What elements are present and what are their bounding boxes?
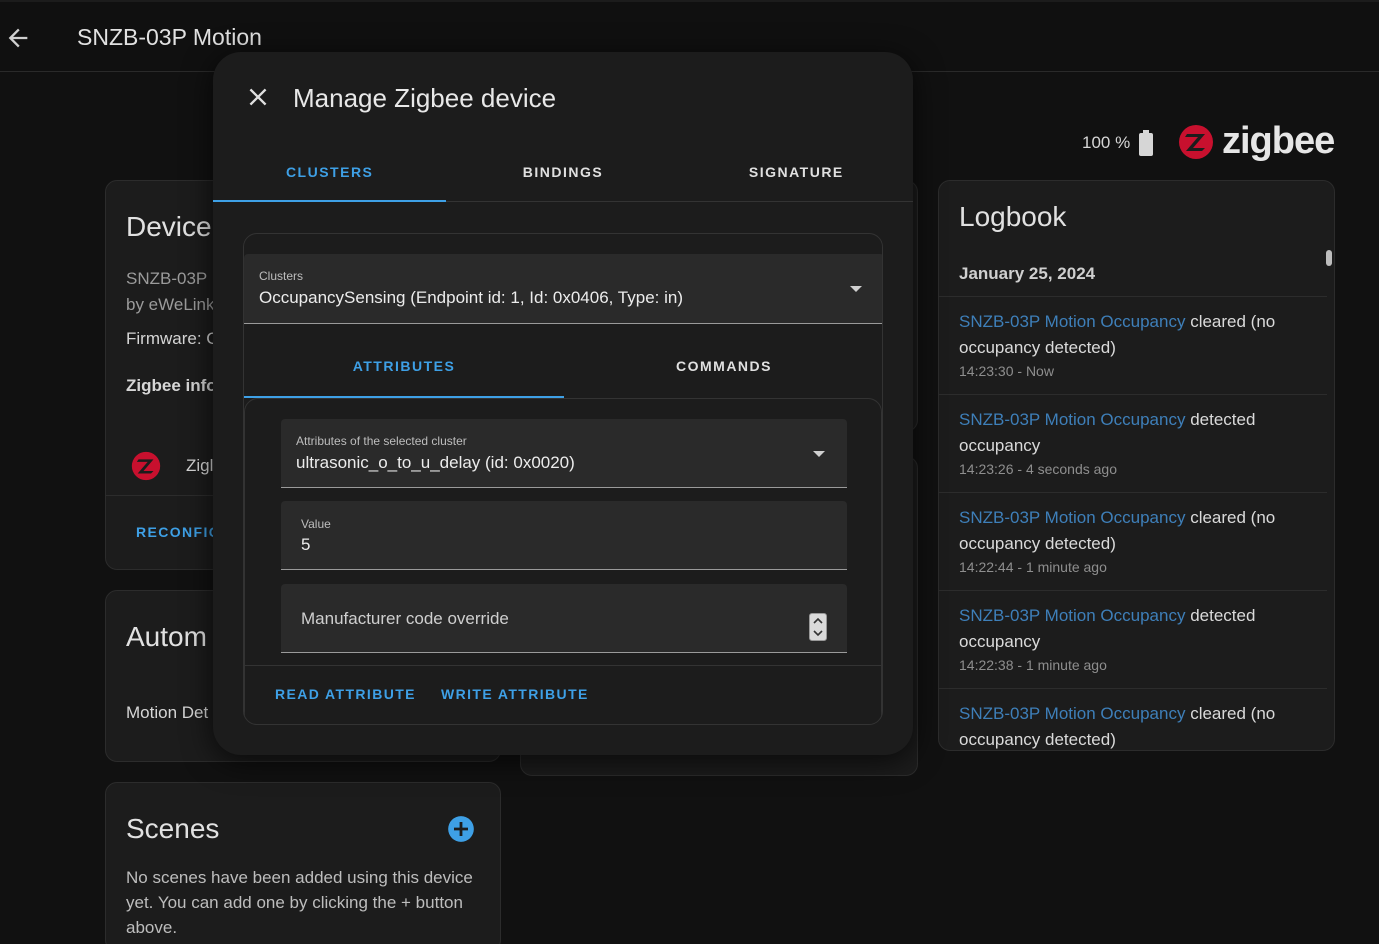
log-time: 14:22:44 - 1 minute ago (959, 559, 1107, 575)
logbook-scrollbar[interactable] (1326, 250, 1332, 266)
page-title: SNZB-03P Motion (77, 24, 262, 50)
logbook-date: January 25, 2024 (959, 264, 1096, 283)
log-entry: SNZB-03P Motion Occupancy cleared (no oc… (939, 296, 1327, 379)
tab-commands[interactable]: COMMANDS (564, 324, 882, 397)
read-attribute-button[interactable]: READ ATTRIBUTE (275, 686, 416, 702)
log-entry: SNZB-03P Motion Occupancy detected occup… (939, 394, 1327, 477)
value-field[interactable]: Value 5 (281, 501, 847, 570)
log-state: cleared (no (1185, 704, 1276, 723)
manage-zigbee-dialog: Manage Zigbee device CLUSTERS BINDINGS S… (213, 52, 913, 755)
reconfigure-button[interactable]: RECONFIC (136, 524, 220, 540)
device-model: SNZB-03P (126, 269, 208, 288)
cluster-select-value: OccupancySensing (Endpoint id: 1, Id: 0x… (259, 288, 684, 307)
logbook-card: Logbook January 25, 2024 SNZB-03P Motion… (938, 180, 1335, 751)
device-manufacturer: by eWeLink (126, 295, 215, 314)
number-stepper[interactable] (809, 613, 827, 641)
battery-status: 100 % (1082, 130, 1154, 156)
device-info-title: Device (126, 211, 212, 242)
zigbee-wordmark: zigbee (1222, 120, 1335, 162)
log-entry: SNZB-03P Motion Occupancy detected occup… (939, 590, 1327, 673)
log-state-cont: occupancy detected) (959, 730, 1116, 749)
attributes-panel: Attributes of the selected cluster ultra… (244, 398, 882, 724)
log-entry: SNZB-03P Motion Occupancy cleared (no oc… (939, 492, 1327, 575)
log-entity-link[interactable]: SNZB-03P Motion Occupancy (959, 410, 1185, 429)
dialog-tabs: CLUSTERS BINDINGS SIGNATURE (213, 152, 913, 202)
value-field-label: Value (301, 517, 331, 531)
cluster-subtabs: ATTRIBUTES COMMANDS (244, 324, 882, 398)
write-attribute-button[interactable]: WRITE ATTRIBUTE (441, 686, 589, 702)
tab-clusters[interactable]: CLUSTERS (213, 152, 447, 202)
log-time: 14:22:38 - 1 minute ago (959, 657, 1107, 673)
log-entity-link[interactable]: SNZB-03P Motion Occupancy (959, 704, 1185, 723)
zigbee-info-heading: Zigbee info (126, 376, 217, 395)
cluster-select-label: Clusters (259, 269, 304, 283)
log-state-cont: occupancy detected) (959, 534, 1116, 553)
tab-bindings[interactable]: BINDINGS (446, 152, 679, 201)
zigbee-row-label: Zigl (186, 456, 214, 475)
log-entry: SNZB-03P Motion Occupancy cleared (no oc… (939, 688, 1327, 750)
log-entity-link[interactable]: SNZB-03P Motion Occupancy (959, 606, 1185, 625)
cluster-select[interactable]: Clusters OccupancySensing (Endpoint id: … (244, 254, 882, 324)
scenes-empty-text: No scenes have been added using this dev… (126, 868, 473, 937)
log-state: detected (1185, 606, 1256, 625)
log-time: 14:23:30 - Now (959, 363, 1054, 379)
attribute-select-value: ultrasonic_o_to_u_delay (id: 0x0020) (296, 453, 575, 472)
log-state-cont: occupancy (959, 632, 1041, 651)
logbook-title: Logbook (959, 201, 1067, 232)
zigbee-icon (1179, 124, 1213, 159)
close-icon[interactable] (245, 84, 271, 110)
attribute-select[interactable]: Attributes of the selected cluster ultra… (281, 419, 847, 488)
attribute-select-label: Attributes of the selected cluster (296, 434, 467, 448)
tab-attributes[interactable]: ATTRIBUTES (244, 324, 564, 398)
chevron-down-icon (850, 286, 862, 292)
device-firmware: Firmware: C (126, 329, 219, 348)
log-entity-link[interactable]: SNZB-03P Motion Occupancy (959, 508, 1185, 527)
scenes-card: Scenes No scenes have been added using t… (105, 782, 501, 944)
log-time: 14:23:26 - 4 seconds ago (959, 461, 1118, 477)
log-entity-link[interactable]: SNZB-03P Motion Occupancy (959, 312, 1185, 331)
back-arrow-icon[interactable] (4, 24, 32, 52)
zigbee-small-icon (131, 451, 161, 481)
manufacturer-code-field[interactable]: Manufacturer code override (281, 584, 847, 653)
value-field-input[interactable]: 5 (301, 535, 310, 555)
attribute-actions: READ ATTRIBUTE WRITE ATTRIBUTE (245, 665, 882, 724)
scenes-title: Scenes (126, 813, 220, 844)
automations-title: Autom (126, 621, 207, 652)
chevron-up-icon[interactable] (813, 616, 823, 626)
chevron-down-icon[interactable] (813, 628, 823, 638)
battery-icon (1139, 130, 1154, 156)
log-state-cont: occupancy detected) (959, 338, 1116, 357)
log-state: detected (1185, 410, 1256, 429)
manufacturer-code-placeholder: Manufacturer code override (301, 609, 509, 628)
tab-signature[interactable]: SIGNATURE (680, 152, 913, 201)
chevron-down-icon (813, 451, 825, 457)
automation-item[interactable]: Motion Det (126, 703, 208, 723)
dialog-title: Manage Zigbee device (293, 83, 557, 113)
add-scene-icon[interactable] (447, 815, 475, 843)
battery-level: 100 % (1082, 133, 1131, 152)
log-state-cont: occupancy (959, 436, 1041, 455)
clusters-panel: Clusters OccupancySensing (Endpoint id: … (243, 233, 883, 725)
log-state: cleared (no (1185, 508, 1276, 527)
zigbee-logo: zigbee (1178, 120, 1335, 163)
log-state: cleared (no (1185, 312, 1276, 331)
